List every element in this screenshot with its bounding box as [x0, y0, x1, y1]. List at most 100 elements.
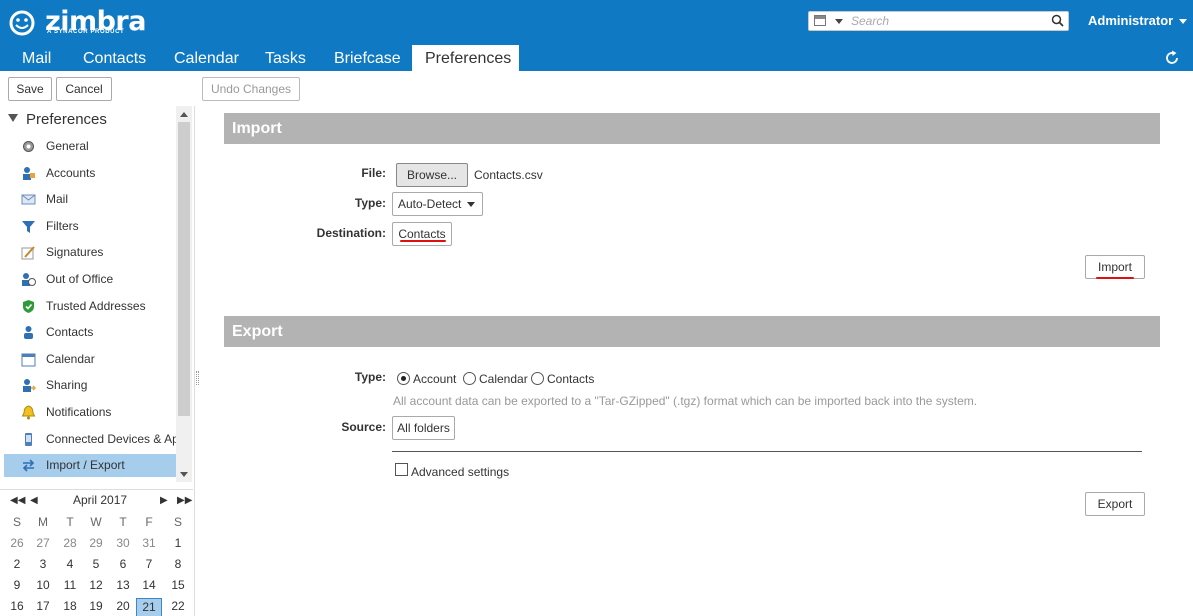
signature-icon	[21, 245, 36, 260]
search-placeholder: Search	[851, 14, 890, 28]
refresh-icon[interactable]	[1164, 50, 1180, 66]
radio-contacts-label[interactable]: Contacts	[547, 372, 594, 386]
calendar-day[interactable]: 21	[136, 598, 162, 616]
sidebar-item-contacts[interactable]: Contacts	[4, 321, 176, 344]
calendar-day[interactable]: 4	[57, 556, 83, 575]
sidebar-item-signatures[interactable]: Signatures	[4, 241, 176, 264]
tab-calendar[interactable]: Calendar	[161, 45, 252, 71]
sidebar-item-notifications[interactable]: Notifications	[4, 401, 176, 424]
sidebar-item-import-export[interactable]: Import / Export	[4, 454, 176, 477]
tab-preferences[interactable]: Preferences	[412, 45, 519, 71]
calendar-day[interactable]: 26	[4, 535, 30, 554]
sidebar-item-label: Connected Devices & Ap	[46, 432, 176, 446]
calendar-day[interactable]: 1	[165, 535, 191, 554]
export-type-label: Type:	[354, 370, 386, 384]
advanced-settings-label[interactable]: Advanced settings	[411, 465, 509, 479]
calendar-day[interactable]: 14	[136, 577, 162, 596]
calendar-day[interactable]: 11	[57, 577, 83, 596]
tab-briefcase[interactable]: Briefcase	[321, 45, 414, 71]
previous-year-icon[interactable]: ◀◀	[10, 495, 25, 506]
sidebar-item-calendar[interactable]: Calendar	[4, 348, 176, 371]
collapse-triangle-icon[interactable]	[8, 114, 18, 123]
zimbra-logo[interactable]: zimbra A SYNACOR PRODUCT	[7, 6, 146, 37]
import-button[interactable]: Import	[1085, 255, 1145, 279]
envelope-icon	[21, 192, 36, 207]
search-scope-icon[interactable]	[814, 15, 826, 26]
calendar-day[interactable]: 19	[83, 598, 109, 616]
calendar-day[interactable]: 29	[83, 535, 109, 554]
calendar-day[interactable]: 6	[110, 556, 136, 575]
chevron-down-icon	[467, 202, 476, 208]
next-year-icon[interactable]: ▶▶	[177, 495, 192, 506]
radio-account[interactable]	[397, 372, 410, 385]
cancel-button[interactable]: Cancel	[56, 77, 112, 101]
weekday-header: T	[66, 515, 74, 529]
search-icon[interactable]	[1051, 14, 1064, 27]
scroll-thumb[interactable]	[178, 122, 190, 416]
import-type-dropdown[interactable]: Auto-Detect	[392, 192, 483, 216]
radio-calendar[interactable]	[463, 372, 476, 385]
sidebar-item-sharing[interactable]: Sharing	[4, 374, 176, 397]
chevron-down-icon[interactable]	[835, 19, 843, 24]
next-month-icon[interactable]: ▶	[160, 495, 168, 506]
sidebar-item-label: Filters	[46, 219, 79, 233]
sidebar-item-connected-devices[interactable]: Connected Devices & Ap	[4, 428, 176, 451]
top-header: zimbra A SYNACOR PRODUCT Search Administ…	[0, 0, 1193, 45]
save-button[interactable]: Save	[8, 77, 52, 101]
calendar-day[interactable]: 30	[110, 535, 136, 554]
calendar-day[interactable]: 20	[110, 598, 136, 616]
calendar-day[interactable]: 28	[57, 535, 83, 554]
contact-person-icon	[21, 325, 36, 340]
source-folders-button[interactable]: All folders	[392, 416, 455, 440]
calendar-day[interactable]: 3	[30, 556, 56, 575]
calendar-day[interactable]: 5	[83, 556, 109, 575]
tab-tasks[interactable]: Tasks	[252, 45, 319, 71]
logo-tagline: A SYNACOR PRODUCT	[47, 29, 125, 35]
calendar-day[interactable]: 31	[136, 535, 162, 554]
radio-calendar-label[interactable]: Calendar	[479, 372, 528, 386]
radio-contacts[interactable]	[531, 372, 544, 385]
user-name: Administrator	[1088, 13, 1174, 28]
advanced-settings-checkbox[interactable]	[395, 463, 408, 476]
browse-button[interactable]: Browse...	[396, 163, 468, 187]
tab-mail[interactable]: Mail	[9, 45, 64, 71]
sidebar-item-trusted-addresses[interactable]: Trusted Addresses	[4, 295, 176, 318]
calendar-day[interactable]: 8	[165, 556, 191, 575]
calendar-day[interactable]: 16	[4, 598, 30, 616]
sidebar-item-label: Signatures	[46, 245, 104, 259]
sidebar-item-general[interactable]: General	[4, 135, 176, 158]
import-export-icon	[21, 458, 36, 473]
radio-account-label[interactable]: Account	[413, 372, 456, 386]
scroll-down-arrow-icon[interactable]	[180, 472, 188, 477]
sidebar-item-filters[interactable]: Filters	[4, 215, 176, 238]
previous-month-icon[interactable]: ◀	[30, 495, 38, 506]
splitter-grip-icon[interactable]	[196, 371, 199, 385]
destination-folder-button[interactable]: Contacts	[392, 222, 452, 246]
sidebar-item-label: Notifications	[46, 405, 112, 419]
export-button[interactable]: Export	[1085, 492, 1145, 516]
preferences-tree-header[interactable]: Preferences	[8, 111, 107, 128]
tab-contacts[interactable]: Contacts	[70, 45, 159, 71]
calendar-day[interactable]: 7	[136, 556, 162, 575]
search-input[interactable]: Search	[808, 11, 1069, 31]
calendar-day[interactable]: 15	[165, 577, 191, 596]
panel-splitter[interactable]	[194, 106, 200, 616]
calendar-day[interactable]: 9	[4, 577, 30, 596]
calendar-day[interactable]: 22	[165, 598, 191, 616]
calendar-day[interactable]: 2	[4, 556, 30, 575]
calendar-day[interactable]: 13	[110, 577, 136, 596]
calendar-day[interactable]: 17	[30, 598, 56, 616]
calendar-day[interactable]: 18	[57, 598, 83, 616]
calendar-day[interactable]: 12	[83, 577, 109, 596]
calendar-day[interactable]: 27	[30, 535, 56, 554]
sidebar-item-accounts[interactable]: Accounts	[4, 162, 176, 185]
undo-changes-button[interactable]: Undo Changes	[202, 77, 300, 101]
sidebar-item-out-of-office[interactable]: Out of Office	[4, 268, 176, 291]
scroll-up-arrow-icon[interactable]	[180, 112, 188, 117]
mini-calendar: ◀◀ ◀ April 2017 ▶ ▶▶ S M T W T F S 26 27 28 29 30 31…	[0, 489, 193, 616]
calendar-month-title[interactable]: April 2017	[73, 493, 127, 507]
user-menu[interactable]: Administrator	[1088, 13, 1188, 28]
sidebar-scrollbar[interactable]	[176, 106, 192, 482]
calendar-day[interactable]: 10	[30, 577, 56, 596]
sidebar-item-mail[interactable]: Mail	[4, 188, 176, 211]
